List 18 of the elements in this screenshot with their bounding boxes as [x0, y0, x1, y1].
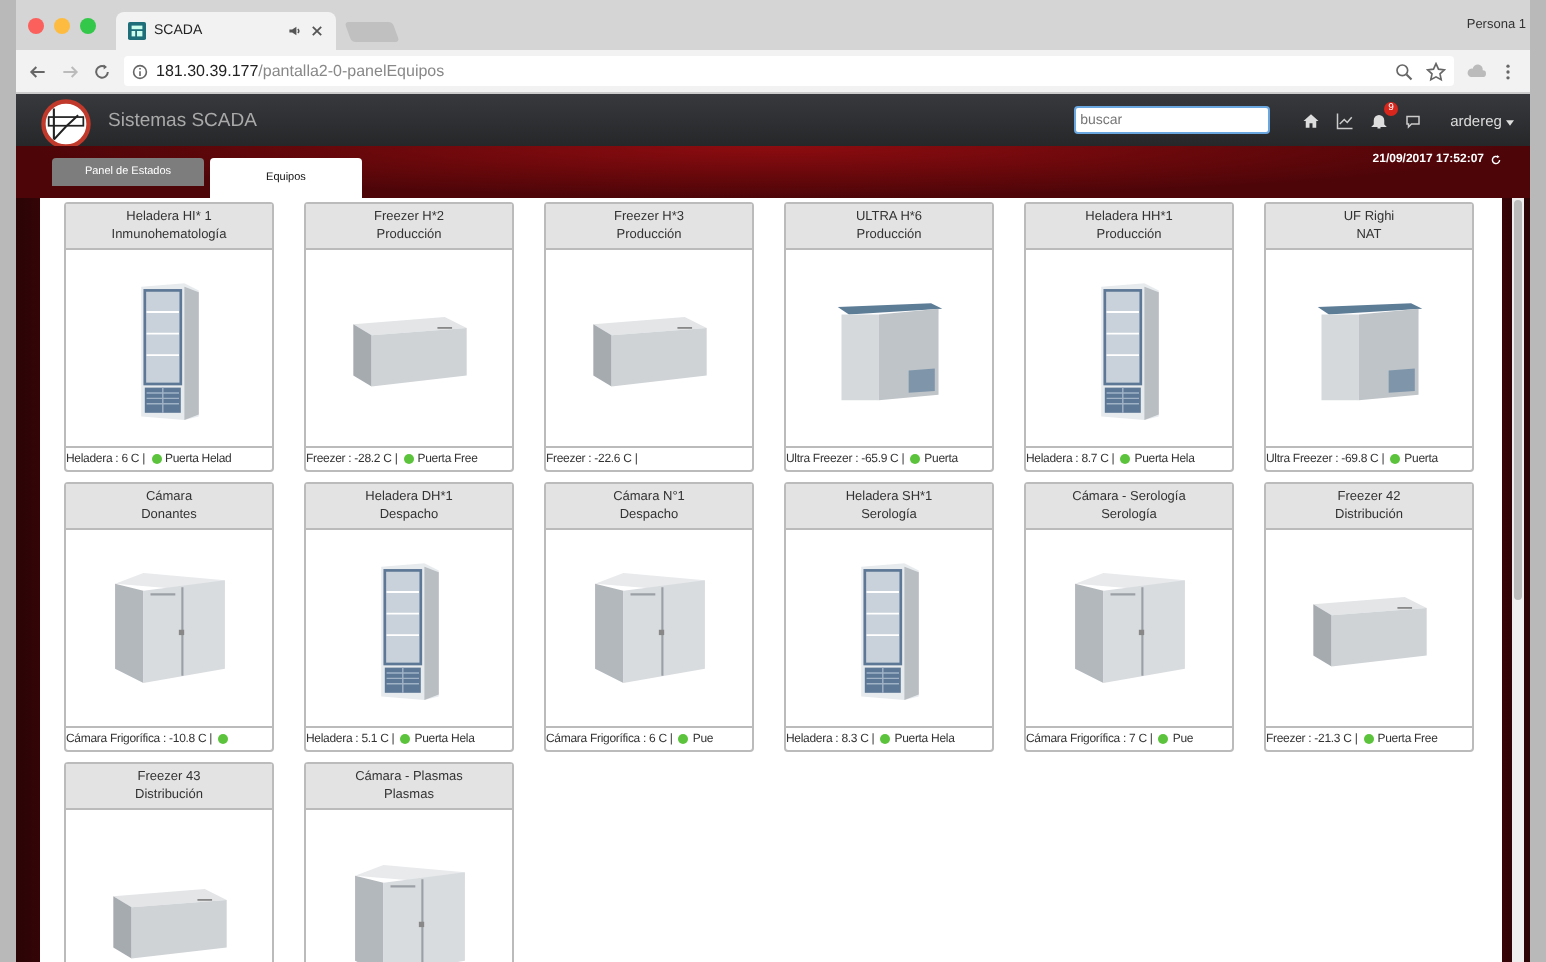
refresh-icon[interactable]	[1490, 154, 1502, 166]
star-icon[interactable]	[1426, 61, 1446, 81]
scrollbar-thumb[interactable]	[1514, 200, 1522, 600]
bell-icon[interactable]	[1370, 111, 1389, 129]
zoom-icon[interactable]	[1394, 61, 1414, 81]
chat-icon[interactable]	[1404, 111, 1423, 129]
logo-icon[interactable]	[40, 98, 92, 150]
caret-icon	[1506, 119, 1514, 125]
address-bar[interactable]: 181.30.39.177/pantalla2-0-panelEquipos	[124, 56, 1454, 86]
close-tab-icon[interactable]	[310, 24, 324, 38]
info-icon	[132, 63, 148, 79]
back-icon[interactable]	[28, 61, 48, 81]
home-icon[interactable]	[1302, 111, 1321, 129]
favicon-icon	[128, 22, 146, 40]
line-chart-icon[interactable]	[1336, 111, 1355, 129]
app-title[interactable]: Sistemas SCADA	[108, 109, 257, 131]
reload-icon[interactable]	[92, 61, 112, 81]
speaker-icon	[288, 24, 302, 38]
